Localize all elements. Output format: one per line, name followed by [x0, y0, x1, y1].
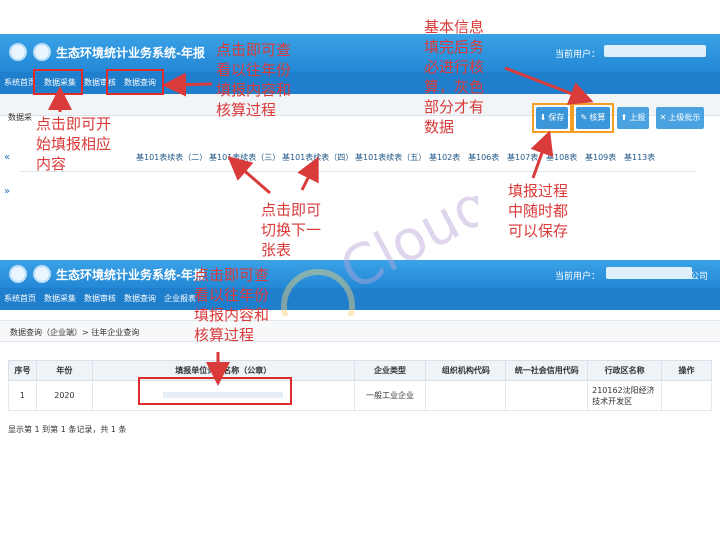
bottom-nav: 系统首页 数据采集 数据审核 数据查询 企业报表 — [0, 288, 720, 310]
cell-credit-code — [505, 380, 589, 411]
annotation-switch-table: 点击即可 切换下一 张表 — [261, 201, 322, 259]
highlight-data-query — [106, 69, 164, 95]
table-tabs: 基101表续表（二） 基101表续表（三） 基101表续表（四） 基101表续表… — [20, 152, 696, 172]
system-logo-icon-2 — [9, 265, 27, 283]
nav2-home[interactable]: 系统首页 — [4, 293, 36, 304]
highlight-check — [572, 103, 614, 133]
current-user-label: 当前用户： — [554, 50, 600, 60]
globe-icon-2 — [33, 265, 51, 283]
system-logo-icon — [9, 43, 27, 61]
annotation-open-entry: 点击即可开 始填报相应 内容 — [36, 115, 112, 173]
cell-no: 1 — [8, 380, 37, 411]
cell-org-code — [425, 380, 507, 411]
tab-101-cont-2[interactable]: 基101表续表（二） — [136, 152, 207, 163]
cell-year: 2020 — [35, 380, 93, 411]
pagination-info: 显示第 1 到第 1 条记录，共 1 条 — [8, 425, 127, 434]
tab-113[interactable]: 基113表 — [624, 152, 655, 163]
scroll-left-icon[interactable]: « — [4, 152, 10, 163]
history-table: 序号 年份 填报单位详细名称（公章） 企业类型 组织机构代码 统一社会信用代码 … — [8, 360, 712, 411]
nav2-data-collect[interactable]: 数据采集 — [44, 293, 76, 304]
bottom-screenshot: 生态环境统计业务系统-年报 当前用户： 公司 系统首页 数据采集 数据审核 数据… — [0, 260, 720, 540]
upload-icon: ⬆ — [620, 113, 628, 122]
approve-button[interactable]: ✕ 上级批示 — [656, 107, 704, 129]
nav2-enterprise-report[interactable]: 企业报表 — [164, 293, 196, 304]
breadcrumb: 数据采 — [8, 113, 32, 122]
report-button[interactable]: ⬆ 上报 — [617, 107, 649, 129]
nav2-data-review[interactable]: 数据审核 — [84, 293, 116, 304]
tab-106[interactable]: 基106表 — [468, 152, 499, 163]
annotation-save-anytime: 填报过程 中随时都 可以保存 — [508, 182, 569, 240]
tab-109[interactable]: 基109表 — [585, 152, 616, 163]
bottom-header: 生态环境统计业务系统-年报 当前用户： 公司 — [0, 260, 720, 288]
scroll-right-icon[interactable]: » — [4, 186, 10, 197]
col-org-code: 组织机构代码 — [425, 360, 507, 381]
tab-102[interactable]: 基102表 — [429, 152, 460, 163]
tab-101-cont-5[interactable]: 基101表续表（五） — [355, 152, 426, 163]
current-user-redacted-2 — [606, 267, 692, 279]
highlight-save — [532, 103, 572, 133]
close-icon: ✕ — [659, 113, 667, 122]
breadcrumb-bar-2: 数据查询（企业端）> 往年企业查询 — [0, 320, 720, 342]
annotation-view-history-bottom: 点击即可查 看以往年份 填报内容和 核算过程 — [194, 266, 270, 344]
current-user-label-2: 当前用户： — [554, 272, 600, 282]
cell-region: 210162沈阳经济技术开发区 — [587, 380, 663, 411]
globe-icon — [33, 43, 51, 61]
cell-action[interactable] — [661, 380, 712, 411]
system-title-2: 生态环境统计业务系统-年报 — [56, 268, 205, 282]
system-title: 生态环境统计业务系统-年报 — [56, 46, 205, 60]
tab-101-cont-4[interactable]: 基101表续表（四） — [282, 152, 353, 163]
col-no: 序号 — [8, 360, 37, 381]
annotation-view-history-top: 点击即可查 看以往年份 填报内容和 核算过程 — [216, 41, 292, 119]
cell-company-type: 一般工业企业 — [353, 380, 427, 411]
table-row[interactable]: 1 2020 一般工业企业 210162沈阳经济技术开发区 — [8, 380, 712, 411]
col-year: 年份 — [35, 360, 93, 381]
nav-home[interactable]: 系统首页 — [4, 77, 36, 88]
col-credit-code: 统一社会信用代码 — [505, 360, 589, 381]
nav2-data-query[interactable]: 数据查询 — [124, 293, 156, 304]
current-user-redacted — [604, 45, 706, 57]
col-region: 行政区名称 — [587, 360, 663, 381]
annotation-basic-info: 基本信息 填完后务 必进行核 算，灰色 部分才有 数据 — [424, 18, 485, 136]
tab-107[interactable]: 基107表 — [507, 152, 538, 163]
highlight-data-collect — [33, 69, 83, 95]
tab-108[interactable]: 基108表 — [546, 152, 577, 163]
current-user-suffix: 公司 — [689, 272, 708, 282]
breadcrumb-2: 数据查询（企业端）> 往年企业查询 — [10, 328, 140, 337]
tab-101-cont-3[interactable]: 基101表续表（三） — [209, 152, 280, 163]
col-company-type: 企业类型 — [353, 360, 427, 381]
col-action: 操作 — [661, 360, 712, 381]
top-header: 生态环境统计业务系统-年报 当前用户： — [0, 34, 720, 72]
highlight-company-name — [138, 377, 292, 405]
